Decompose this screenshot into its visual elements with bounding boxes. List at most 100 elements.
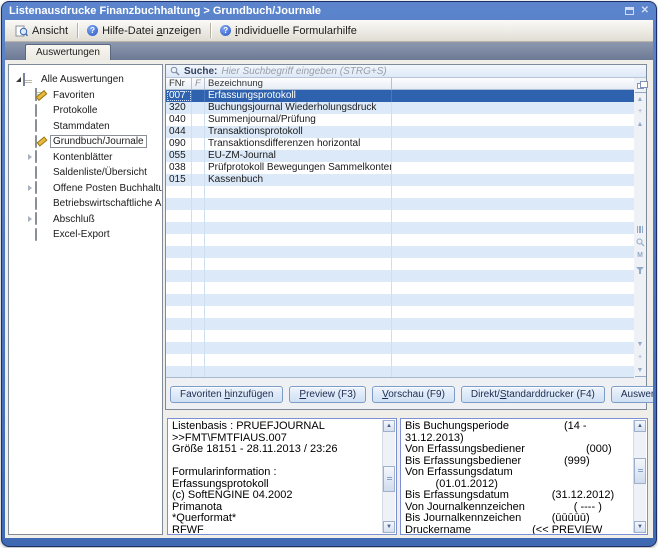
help-file-button[interactable]: ? Hilfe-Datei anzeigen	[81, 23, 207, 39]
table-row-empty[interactable]	[166, 186, 634, 198]
cell-f	[192, 174, 205, 186]
cell-bezeichnung	[205, 366, 392, 377]
print-report-button[interactable]: Auswertung drucken	[611, 386, 653, 403]
sidebar-item-9[interactable]: Abschluß	[9, 212, 162, 228]
sidebar-item-10[interactable]: Excel-Export	[9, 227, 162, 243]
info-line: Listenbasis : PRUEFJOURNAL	[172, 421, 379, 433]
cell-bezeichnung	[205, 342, 392, 354]
sidebar-item-4[interactable]: Grundbuch/Journale	[9, 134, 162, 150]
table-row-empty[interactable]	[166, 222, 634, 234]
collapsed-arrow-icon[interactable]	[25, 216, 35, 222]
table-row[interactable]: 320Buchungsjournal Wiederholungsdruck	[166, 102, 634, 114]
toolbar-separator	[210, 23, 211, 38]
titlebar: Listenausdrucke Finanzbuchhaltung > Grun…	[2, 2, 656, 20]
scrollbar-thumb[interactable]	[383, 466, 395, 492]
table-row[interactable]: 090Transaktionsdifferenzen horizontal	[166, 138, 634, 150]
table-row[interactable]: 007Erfassungsprotokoll	[166, 90, 634, 102]
table-row-empty[interactable]	[166, 330, 634, 342]
cell-fnr: 044	[166, 126, 192, 138]
filter-info-panel: Bis Buchungsperiode (14 -31.12.2013)Von …	[400, 418, 648, 535]
page-icon	[35, 213, 46, 225]
scroll-down-icon[interactable]: ▼	[383, 521, 395, 533]
cell-bezeichnung	[205, 258, 392, 270]
table-row-empty[interactable]	[166, 366, 634, 377]
sidebar-item-2[interactable]: Protokolle	[9, 103, 162, 119]
expanded-arrow-icon[interactable]	[13, 77, 23, 82]
columns-icon[interactable]	[635, 223, 646, 236]
sort-icon[interactable]: M	[635, 249, 646, 262]
scroll-bottom-icon[interactable]: ▼	[635, 364, 646, 377]
sidebar-item-label: Favoriten	[50, 89, 98, 102]
cell-rest	[392, 102, 634, 114]
cell-rest	[392, 270, 634, 282]
table-row-empty[interactable]	[166, 234, 634, 246]
add-favorites-button[interactable]: Favoriten hinzufügen	[170, 386, 283, 403]
scroll-up-icon[interactable]: ▲	[634, 420, 646, 432]
tab-auswertungen[interactable]: Auswertungen	[25, 44, 111, 60]
cell-fnr: 040	[166, 114, 192, 126]
table-row[interactable]: 044Transaktionsprotokoll	[166, 126, 634, 138]
sidebar-item-0[interactable]: Alle Auswertungen	[9, 72, 162, 88]
individual-form-help-button[interactable]: ? individuelle Formularhilfe	[214, 23, 363, 39]
cell-f	[192, 270, 205, 282]
table-row-empty[interactable]	[166, 210, 634, 222]
sidebar-item-label: Offene Posten Buchhaltung	[50, 182, 163, 195]
ansicht-button[interactable]: Ansicht	[9, 23, 74, 39]
table-row[interactable]: 038Prüfprotokoll Bewegungen Sammelkonten	[166, 162, 634, 174]
scroll-top-icon[interactable]: ▲	[635, 92, 646, 105]
table-row-empty[interactable]	[166, 258, 634, 270]
scrollbar-thumb[interactable]	[634, 458, 646, 484]
table-body: 007Erfassungsprotokoll320Buchungsjournal…	[166, 90, 634, 377]
sidebar-item-1[interactable]: Favoriten	[9, 88, 162, 104]
scroll-up-icon[interactable]: ▲	[635, 118, 646, 131]
table-row-empty[interactable]	[166, 318, 634, 330]
sidebar-item-7[interactable]: Offene Posten Buchhaltung	[9, 181, 162, 197]
table-row[interactable]: 040Summenjournal/Prüfung	[166, 114, 634, 126]
direct-standard-printer-button[interactable]: Direkt/Standarddrucker (F4)	[461, 386, 605, 403]
cell-rest	[392, 210, 634, 222]
filter-info-scrollbar[interactable]: ▲ ▼	[633, 420, 646, 533]
scroll-down-icon[interactable]: ▼	[635, 338, 646, 351]
table-row[interactable]: 055EU-ZM-Journal	[166, 150, 634, 162]
collapsed-arrow-icon[interactable]	[25, 154, 35, 160]
filter-icon[interactable]	[635, 262, 646, 275]
plus-icon[interactable]: +	[635, 105, 646, 118]
cell-rest	[392, 294, 634, 306]
table-row-empty[interactable]	[166, 294, 634, 306]
collapsed-arrow-icon[interactable]	[25, 185, 35, 191]
sidebar-item-8[interactable]: Betriebswirtschaftliche Auswertungen	[9, 196, 162, 212]
column-header-f[interactable]: F	[192, 78, 205, 89]
info-line: Formularinformation :	[172, 467, 379, 479]
table-row-empty[interactable]	[166, 306, 634, 318]
restore-window-button[interactable]	[625, 2, 634, 20]
plus-icon[interactable]: +	[635, 351, 646, 364]
copy-icon[interactable]	[635, 79, 646, 92]
tab-strip: Auswertungen	[5, 42, 653, 60]
table-row-empty[interactable]	[166, 354, 634, 366]
scroll-down-icon[interactable]: ▼	[634, 521, 646, 533]
cell-fnr	[166, 270, 192, 282]
table-row-empty[interactable]	[166, 198, 634, 210]
scroll-up-icon[interactable]: ▲	[383, 420, 395, 432]
search-input[interactable]: Suche: Hier Suchbegriff eingeben (STRG+S…	[166, 65, 646, 78]
close-window-button[interactable]: ✕	[641, 6, 649, 16]
column-header-bezeichnung[interactable]: Bezeichnung	[205, 78, 392, 89]
cell-fnr	[166, 342, 192, 354]
cell-bezeichnung	[205, 234, 392, 246]
table-row-empty[interactable]	[166, 282, 634, 294]
list-info-scrollbar[interactable]: ▲ ▼	[382, 420, 395, 533]
sidebar-item-label: Protokolle	[50, 104, 100, 117]
table-row[interactable]: 015Kassenbuch	[166, 174, 634, 186]
cell-fnr	[166, 186, 192, 198]
table-row-empty[interactable]	[166, 246, 634, 258]
preview-button[interactable]: Preview (F3)	[289, 386, 366, 403]
table-header[interactable]: FNr F Bezeichnung	[166, 78, 634, 90]
table-row-empty[interactable]	[166, 342, 634, 354]
vorschau-button[interactable]: Vorschau (F9)	[372, 386, 455, 403]
magnifier-icon[interactable]	[635, 236, 646, 249]
column-header-fnr[interactable]: FNr	[166, 78, 192, 89]
sidebar-item-5[interactable]: Kontenblätter	[9, 150, 162, 166]
table-row-empty[interactable]	[166, 270, 634, 282]
sidebar-item-6[interactable]: Saldenliste/Übersicht	[9, 165, 162, 181]
sidebar-item-3[interactable]: Stammdaten	[9, 119, 162, 135]
